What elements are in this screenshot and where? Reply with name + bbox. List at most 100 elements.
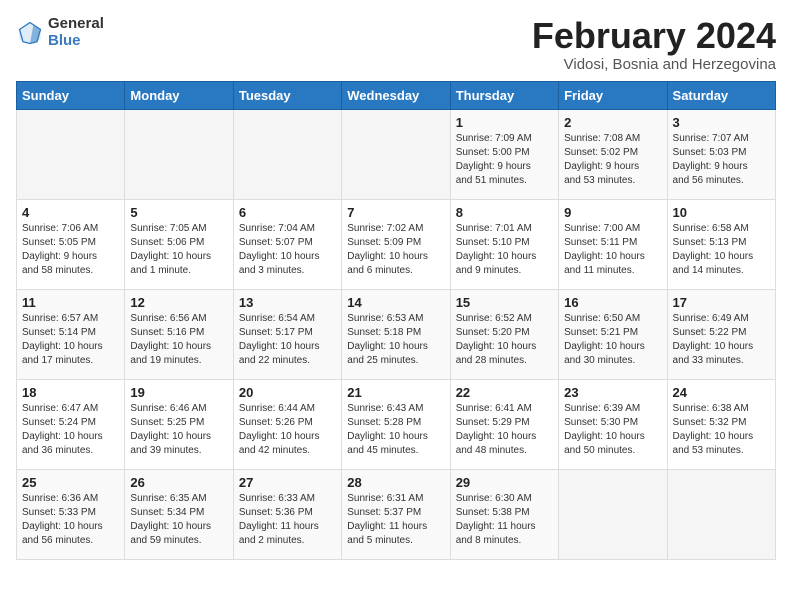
day-number: 27 [239,475,336,490]
day-info: Sunrise: 6:33 AM Sunset: 5:36 PM Dayligh… [239,492,336,548]
day-number: 26 [130,475,227,490]
weekday-header: Sunday [17,81,125,109]
day-info: Sunrise: 6:43 AM Sunset: 5:28 PM Dayligh… [347,402,444,458]
logo-general: General [48,16,104,33]
calendar-cell: 10 Sunrise: 6:58 AM Sunset: 5:13 PM Dayli… [667,199,775,289]
weekday-header: Monday [125,81,233,109]
day-info: Sunrise: 6:41 AM Sunset: 5:29 PM Dayligh… [456,402,553,458]
calendar-cell: 29 Sunrise: 6:30 AM Sunset: 5:38 PM Dayli… [450,469,558,559]
weekday-header: Friday [559,81,667,109]
calendar-cell [342,109,450,199]
day-info: Sunrise: 6:38 AM Sunset: 5:32 PM Dayligh… [673,402,770,458]
calendar-cell: 20 Sunrise: 6:44 AM Sunset: 5:26 PM Dayli… [233,379,341,469]
day-number: 12 [130,295,227,310]
day-info: Sunrise: 6:47 AM Sunset: 5:24 PM Dayligh… [22,402,119,458]
calendar-week-row: 4 Sunrise: 7:06 AM Sunset: 5:05 PM Daylig… [17,199,776,289]
calendar-cell: 14 Sunrise: 6:53 AM Sunset: 5:18 PM Dayli… [342,289,450,379]
day-number: 23 [564,385,661,400]
day-info: Sunrise: 6:56 AM Sunset: 5:16 PM Dayligh… [130,312,227,368]
day-info: Sunrise: 6:44 AM Sunset: 5:26 PM Dayligh… [239,402,336,458]
day-info: Sunrise: 7:06 AM Sunset: 5:05 PM Dayligh… [22,222,119,278]
calendar-cell: 6 Sunrise: 7:04 AM Sunset: 5:07 PM Daylig… [233,199,341,289]
calendar-cell [17,109,125,199]
day-number: 20 [239,385,336,400]
day-number: 10 [673,205,770,220]
day-info: Sunrise: 7:09 AM Sunset: 5:00 PM Dayligh… [456,132,553,188]
day-info: Sunrise: 7:08 AM Sunset: 5:02 PM Dayligh… [564,132,661,188]
location-subtitle: Vidosi, Bosnia and Herzegovina [532,56,776,73]
calendar-cell: 12 Sunrise: 6:56 AM Sunset: 5:16 PM Dayli… [125,289,233,379]
calendar-cell: 11Sunrise: 6:57 AM Sunset: 5:14 PM Dayli… [17,289,125,379]
day-info: Sunrise: 7:04 AM Sunset: 5:07 PM Dayligh… [239,222,336,278]
day-number: 5 [130,205,227,220]
day-number: 1 [456,115,553,130]
calendar-cell: 24 Sunrise: 6:38 AM Sunset: 5:32 PM Dayli… [667,379,775,469]
calendar-cell: 23 Sunrise: 6:39 AM Sunset: 5:30 PM Dayli… [559,379,667,469]
month-title: February 2024 [532,16,776,56]
day-number: 13 [239,295,336,310]
day-info: Sunrise: 6:58 AM Sunset: 5:13 PM Dayligh… [673,222,770,278]
weekday-header: Saturday [667,81,775,109]
day-info: Sunrise: 7:07 AM Sunset: 5:03 PM Dayligh… [673,132,770,188]
calendar-week-row: 1 Sunrise: 7:09 AM Sunset: 5:00 PM Daylig… [17,109,776,199]
day-number: 9 [564,205,661,220]
day-number: 7 [347,205,444,220]
calendar-cell [125,109,233,199]
day-info: Sunrise: 6:46 AM Sunset: 5:25 PM Dayligh… [130,402,227,458]
calendar-cell: 7 Sunrise: 7:02 AM Sunset: 5:09 PM Daylig… [342,199,450,289]
logo-blue: Blue [48,33,104,50]
calendar-cell: 3 Sunrise: 7:07 AM Sunset: 5:03 PM Daylig… [667,109,775,199]
calendar-cell: 16 Sunrise: 6:50 AM Sunset: 5:21 PM Dayli… [559,289,667,379]
day-number: 28 [347,475,444,490]
day-number: 16 [564,295,661,310]
calendar-cell: 1 Sunrise: 7:09 AM Sunset: 5:00 PM Daylig… [450,109,558,199]
calendar-cell: 27 Sunrise: 6:33 AM Sunset: 5:36 PM Dayli… [233,469,341,559]
weekday-row: SundayMondayTuesdayWednesdayThursdayFrid… [17,81,776,109]
calendar-body: 1 Sunrise: 7:09 AM Sunset: 5:00 PM Daylig… [17,109,776,559]
day-number: 14 [347,295,444,310]
day-info: Sunrise: 6:54 AM Sunset: 5:17 PM Dayligh… [239,312,336,368]
day-info: Sunrise: 6:39 AM Sunset: 5:30 PM Dayligh… [564,402,661,458]
day-info: Sunrise: 6:53 AM Sunset: 5:18 PM Dayligh… [347,312,444,368]
logo-icon [16,19,44,47]
day-number: 15 [456,295,553,310]
calendar-cell [559,469,667,559]
calendar-week-row: 25 Sunrise: 6:36 AM Sunset: 5:33 PM Dayli… [17,469,776,559]
calendar-cell: 26Sunrise: 6:35 AM Sunset: 5:34 PM Dayli… [125,469,233,559]
day-number: 3 [673,115,770,130]
day-number: 29 [456,475,553,490]
day-info: Sunrise: 7:00 AM Sunset: 5:11 PM Dayligh… [564,222,661,278]
day-info: Sunrise: 6:31 AM Sunset: 5:37 PM Dayligh… [347,492,444,548]
day-info: Sunrise: 7:05 AM Sunset: 5:06 PM Dayligh… [130,222,227,278]
day-info: Sunrise: 6:30 AM Sunset: 5:38 PM Dayligh… [456,492,553,548]
day-info: Sunrise: 6:36 AM Sunset: 5:33 PM Dayligh… [22,492,119,548]
calendar-week-row: 18Sunrise: 6:47 AM Sunset: 5:24 PM Dayli… [17,379,776,469]
calendar-cell: 25 Sunrise: 6:36 AM Sunset: 5:33 PM Dayli… [17,469,125,559]
day-info: Sunrise: 6:50 AM Sunset: 5:21 PM Dayligh… [564,312,661,368]
day-number: 25 [22,475,119,490]
day-number: 8 [456,205,553,220]
calendar-cell: 8 Sunrise: 7:01 AM Sunset: 5:10 PM Daylig… [450,199,558,289]
day-number: 21 [347,385,444,400]
day-number: 22 [456,385,553,400]
calendar-header: SundayMondayTuesdayWednesdayThursdayFrid… [17,81,776,109]
calendar-cell [667,469,775,559]
day-number: 2 [564,115,661,130]
logo: General Blue [16,16,104,49]
calendar-cell: 18Sunrise: 6:47 AM Sunset: 5:24 PM Dayli… [17,379,125,469]
calendar-cell: 22 Sunrise: 6:41 AM Sunset: 5:29 PM Dayli… [450,379,558,469]
weekday-header: Wednesday [342,81,450,109]
calendar-cell: 19Sunrise: 6:46 AM Sunset: 5:25 PM Dayli… [125,379,233,469]
calendar-cell: 9 Sunrise: 7:00 AM Sunset: 5:11 PM Daylig… [559,199,667,289]
day-info: Sunrise: 7:02 AM Sunset: 5:09 PM Dayligh… [347,222,444,278]
day-number: 4 [22,205,119,220]
day-number: 24 [673,385,770,400]
day-info: Sunrise: 6:52 AM Sunset: 5:20 PM Dayligh… [456,312,553,368]
day-info: Sunrise: 7:01 AM Sunset: 5:10 PM Dayligh… [456,222,553,278]
day-info: Sunrise: 6:57 AM Sunset: 5:14 PM Dayligh… [22,312,119,368]
weekday-header: Tuesday [233,81,341,109]
page-header: General Blue February 2024 Vidosi, Bosni… [16,16,776,73]
day-info: Sunrise: 6:49 AM Sunset: 5:22 PM Dayligh… [673,312,770,368]
day-number: 6 [239,205,336,220]
day-number: 17 [673,295,770,310]
